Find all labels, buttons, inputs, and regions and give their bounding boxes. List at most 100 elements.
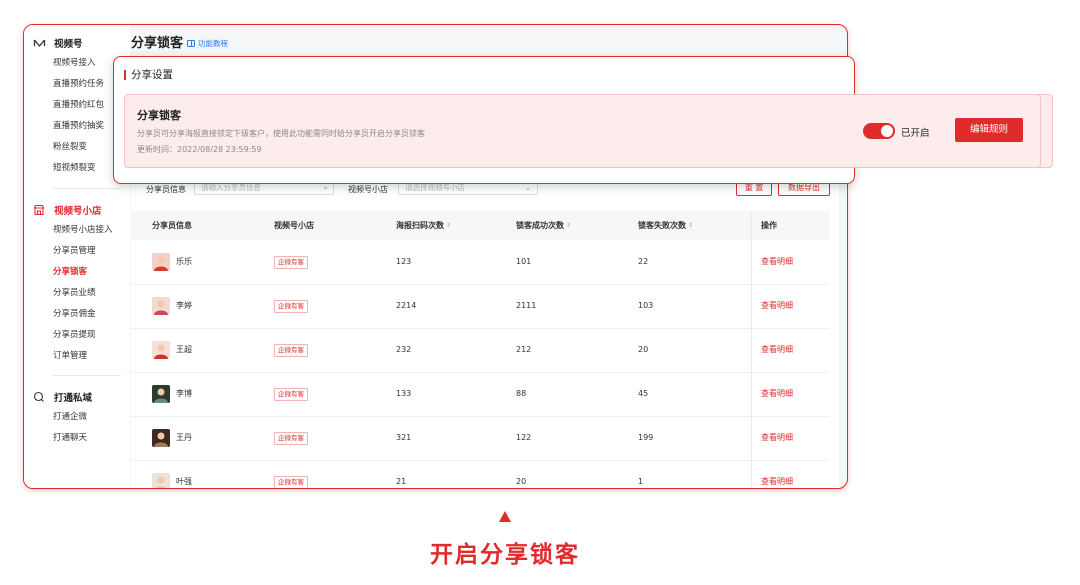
sidebar-item[interactable]: 订单管理 bbox=[24, 346, 130, 367]
table-row: 王丹 企微有客 321 122 199 查看明细 bbox=[131, 416, 829, 461]
sidebar-item[interactable]: 分享员佣金 bbox=[24, 304, 130, 325]
column-header[interactable]: 锁客失败次数 ⇕ bbox=[638, 211, 693, 240]
page-title: 分享锁客 bbox=[131, 36, 184, 51]
sharer-name: 王丹 bbox=[176, 433, 192, 442]
sidebar-item[interactable]: 打通企微 bbox=[24, 407, 130, 428]
sharer-filter-label: 分享员信息 bbox=[146, 185, 186, 194]
shop-cell: 企微有客 bbox=[274, 284, 308, 328]
fail-count: 199 bbox=[638, 433, 654, 442]
success-count: 212 bbox=[516, 345, 532, 354]
fixed-column-shadow bbox=[751, 211, 752, 488]
avatar bbox=[152, 253, 170, 271]
scan-count: 123 bbox=[396, 257, 412, 266]
shop-tag: 企微有客 bbox=[274, 432, 308, 445]
shop-filter-label: 视频号小店 bbox=[348, 185, 388, 194]
scan-count: 133 bbox=[396, 389, 412, 398]
toggle-label: 已开启 bbox=[901, 128, 930, 139]
view-detail-link[interactable]: 查看明细 bbox=[761, 460, 793, 488]
sidebar-item-share-lock[interactable]: 分享锁客 bbox=[24, 262, 130, 283]
view-detail-link[interactable]: 查看明细 bbox=[761, 416, 793, 460]
edit-rules-button[interactable]: 编辑规则 bbox=[955, 118, 1023, 142]
avatar bbox=[152, 297, 170, 315]
shop-tag: 企微有客 bbox=[274, 256, 308, 269]
sidebar-item[interactable]: 视频号小店接入 bbox=[24, 220, 130, 241]
success-count: 101 bbox=[516, 257, 532, 266]
table-row: 叶强 企微有客 21 20 1 查看明细 bbox=[131, 460, 829, 488]
sort-icon[interactable]: ⇕ bbox=[446, 211, 451, 240]
success-count: 122 bbox=[516, 433, 532, 442]
table-row: 李博 企微有客 133 88 45 查看明细 bbox=[131, 372, 829, 417]
sidebar-item[interactable]: 分享员提现 bbox=[24, 325, 130, 346]
avatar bbox=[152, 385, 170, 403]
column-header[interactable]: 海报扫码次数 ⇕ bbox=[396, 211, 451, 240]
book-icon bbox=[187, 40, 195, 47]
share-lock-toggle[interactable] bbox=[863, 123, 895, 139]
fail-count: 1 bbox=[638, 477, 644, 486]
shop-tag: 企微有客 bbox=[274, 344, 308, 357]
column-header: 视频号小店 bbox=[274, 221, 314, 230]
nav-group-private: 打通私域 打通企微 打通聊天 bbox=[24, 387, 130, 449]
card-description: 分享员可分享海报直接锁定下级客户，使用此功能需同时给分享员开启分享员锁客 bbox=[137, 129, 425, 138]
sharer-name: 叶强 bbox=[176, 477, 192, 486]
shop-cell: 企微有客 bbox=[274, 240, 308, 284]
scan-count: 2214 bbox=[396, 301, 417, 310]
fail-count: 103 bbox=[638, 301, 654, 310]
chat-icon bbox=[32, 390, 46, 404]
card-update-time: 更新时间：2022/08/28 23:59:59 bbox=[137, 145, 262, 154]
shop-tag: 企微有客 bbox=[274, 300, 308, 313]
shop-cell: 企微有客 bbox=[274, 460, 308, 488]
view-detail-link[interactable]: 查看明细 bbox=[761, 240, 793, 284]
sidebar-item[interactable]: 打通聊天 bbox=[24, 428, 130, 449]
scan-count: 21 bbox=[396, 477, 407, 486]
up-arrow-icon bbox=[499, 511, 511, 522]
share-lock-card: 分享锁客 分享员可分享海报直接锁定下级客户，使用此功能需同时给分享员开启分享员锁… bbox=[124, 94, 1041, 168]
sort-icon[interactable]: ⇕ bbox=[688, 211, 693, 240]
view-detail-link[interactable]: 查看明细 bbox=[761, 372, 793, 416]
sharer-name: 李婷 bbox=[176, 301, 192, 310]
sidebar-divider bbox=[53, 375, 121, 376]
group-header-private[interactable]: 打通私域 bbox=[24, 387, 130, 407]
success-count: 88 bbox=[516, 389, 527, 398]
view-detail-link[interactable]: 查看明细 bbox=[761, 328, 793, 372]
help-link-label: 功能教程 bbox=[198, 39, 228, 48]
group-title: 打通私域 bbox=[54, 393, 93, 404]
shop-tag: 企微有客 bbox=[274, 476, 308, 488]
table-row: 王超 企微有客 232 212 20 查看明细 bbox=[131, 328, 829, 373]
column-header: 分享员信息 bbox=[152, 221, 192, 230]
group-header-shop[interactable]: 视频号小店 bbox=[24, 200, 130, 220]
content-panel: 分享员信息 请输入分享员信息 ⌕ 视频号小店 请选择视频号小店 ⌄ 重 置 数据… bbox=[131, 173, 839, 488]
sidebar-item[interactable]: 分享员业绩 bbox=[24, 283, 130, 304]
fail-count: 22 bbox=[638, 257, 649, 266]
card-title: 分享锁客 bbox=[137, 109, 181, 122]
sharer-name: 李博 bbox=[176, 389, 192, 398]
success-count: 2111 bbox=[516, 301, 537, 310]
success-count: 20 bbox=[516, 477, 527, 486]
fail-count: 20 bbox=[638, 345, 649, 354]
scan-count: 232 bbox=[396, 345, 412, 354]
table-row: 乐乐 企微有客 123 101 22 查看明细 bbox=[131, 240, 829, 285]
group-title: 视频号 bbox=[54, 39, 83, 50]
column-header: 操作 bbox=[761, 221, 777, 230]
avatar bbox=[152, 429, 170, 447]
avatar bbox=[152, 473, 170, 488]
sharer-name: 乐乐 bbox=[176, 257, 192, 266]
group-header-channels[interactable]: 视频号 bbox=[24, 33, 130, 53]
shop-cell: 企微有客 bbox=[274, 416, 308, 460]
sort-icon[interactable]: ⇕ bbox=[566, 211, 571, 240]
sidebar-item[interactable]: 分享员管理 bbox=[24, 241, 130, 262]
table-row: 李婷 企微有客 2214 2111 103 查看明细 bbox=[131, 284, 829, 329]
help-link[interactable]: 功能教程 bbox=[187, 38, 228, 49]
column-header[interactable]: 锁客成功次数 ⇕ bbox=[516, 211, 571, 240]
table-header: 分享员信息 视频号小店 海报扫码次数 ⇕ 锁客成功次数 ⇕ 锁客失败次数 ⇕ 操作 bbox=[131, 211, 829, 240]
sharer-search-placeholder: 请输入分享员信息 bbox=[201, 183, 261, 192]
shop-tag: 企微有客 bbox=[274, 388, 308, 401]
title-bar-marker bbox=[124, 69, 126, 80]
avatar bbox=[152, 341, 170, 359]
shop-select-placeholder: 请选择视频号小店 bbox=[405, 183, 465, 192]
sharer-name: 王超 bbox=[176, 345, 192, 354]
panel-title-text: 分享设置 bbox=[131, 69, 173, 81]
view-detail-link[interactable]: 查看明细 bbox=[761, 284, 793, 328]
fail-count: 45 bbox=[638, 389, 649, 398]
infinity-icon bbox=[32, 36, 46, 50]
sidebar-divider bbox=[53, 188, 121, 189]
